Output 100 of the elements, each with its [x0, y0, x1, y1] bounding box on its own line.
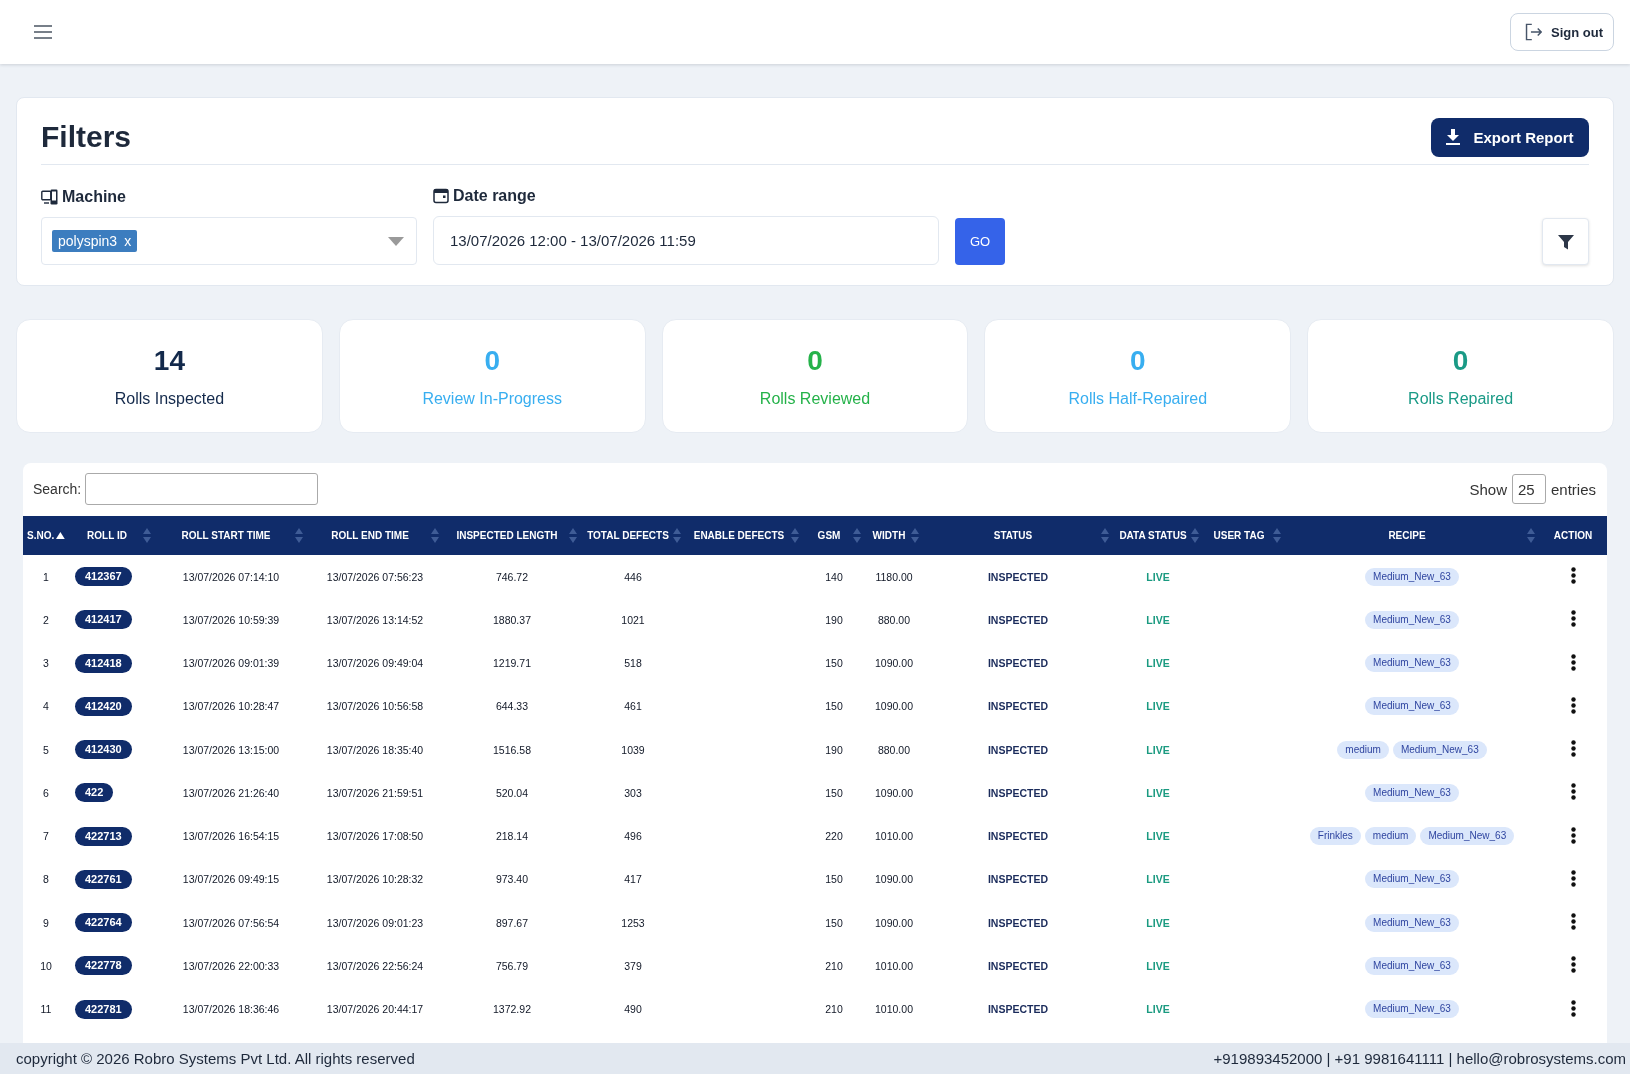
row-actions-button[interactable]	[1570, 567, 1576, 585]
calendar-icon	[433, 188, 449, 204]
table-cell-text: 13/07/2026 09:49:04	[325, 656, 425, 672]
column-header[interactable]: S.NO.	[23, 516, 69, 555]
data-status-cell-text: LIVE	[1145, 915, 1171, 931]
data-status-cell-text: LIVE	[1145, 742, 1171, 758]
row-actions-button[interactable]	[1570, 740, 1576, 758]
roll-id-tag[interactable]: 422781	[75, 999, 132, 1019]
roll-id-tag[interactable]: 412367	[75, 567, 132, 587]
data-status-cell-text: LIVE	[1145, 656, 1171, 672]
table-cell: 13/07/2026 07:56:23	[307, 555, 443, 599]
stat-value: 0	[807, 345, 823, 377]
copyright-text: copyright © 2026 Robro Systems Pvt Ltd. All rights reserved	[16, 1050, 415, 1067]
table-cell-text: 13/07/2026 20:44:17	[325, 1002, 425, 1018]
kebab-menu-icon	[1570, 826, 1576, 844]
table-cell-text: 13/07/2026 13:15:00	[181, 742, 281, 758]
column-header[interactable]: ROLL END TIME	[307, 516, 443, 555]
roll-id-tag[interactable]: 422764	[75, 913, 132, 933]
stat-label: Rolls Repaired	[1408, 389, 1514, 409]
sign-out-icon	[1525, 22, 1542, 42]
table-cell-text: 6	[42, 785, 50, 801]
table-cell-text: 4	[42, 699, 50, 715]
column-header[interactable]: STATUS	[923, 516, 1113, 555]
status-cell-text: INSPECTED	[986, 915, 1050, 931]
search-field[interactable]	[85, 473, 319, 505]
table-cell-text: 7	[42, 829, 50, 845]
table-cell: 1	[23, 555, 69, 599]
kebab-menu-icon	[1570, 653, 1576, 671]
table-cell-text: 150	[824, 656, 844, 672]
entries-label: entries	[1550, 480, 1596, 498]
recipe-tag: Medium_New_63	[1365, 956, 1459, 975]
table-cell-text: 973.40	[494, 872, 530, 888]
date-range-field[interactable]: 13/07/2026 12:00 - 13/07/2026 11:59	[433, 216, 939, 265]
row-actions-button[interactable]	[1570, 783, 1576, 801]
roll-id-tag[interactable]: 422761	[75, 869, 132, 889]
remove-tag-button[interactable]: x	[124, 233, 132, 249]
table-cell-text: 461	[623, 699, 643, 715]
row-actions-button[interactable]	[1570, 913, 1576, 931]
row-actions-button[interactable]	[1570, 826, 1576, 844]
roll-id-tag[interactable]: 412417	[75, 610, 132, 630]
status-cell: INSPECTED	[923, 555, 1113, 599]
column-header[interactable]: ROLL ID	[69, 516, 155, 555]
table-cell-text: 13/07/2026 09:49:15	[181, 872, 281, 888]
column-header[interactable]: RECIPE	[1285, 516, 1539, 555]
status-cell-text: INSPECTED	[986, 872, 1050, 888]
column-header[interactable]: USER TAG	[1203, 516, 1285, 555]
status-cell-text: INSPECTED	[986, 656, 1050, 672]
column-header[interactable]: DATA STATUS	[1113, 516, 1203, 555]
table-cell-text: 13/07/2026 18:36:46	[181, 1002, 281, 1018]
status-cell-text: INSPECTED	[986, 742, 1050, 758]
table-cell-text: 220	[824, 829, 844, 845]
roll-id-tag[interactable]: 412420	[75, 696, 132, 716]
row-actions-button[interactable]	[1570, 696, 1576, 714]
roll-id-tag[interactable]: 422	[75, 783, 114, 803]
column-header[interactable]: GSM	[803, 516, 865, 555]
roll-id-tag[interactable]: 422778	[75, 956, 132, 976]
table-cell-text: 8	[42, 872, 50, 888]
row-actions-button[interactable]	[1570, 869, 1576, 887]
table-cell-text: 1253	[620, 915, 646, 931]
roll-id-tag[interactable]: 412418	[75, 653, 132, 673]
status-cell-text: INSPECTED	[986, 612, 1050, 628]
recipe-tag: Medium_New_63	[1365, 783, 1459, 802]
column-header[interactable]: INSPECTED LENGTH	[443, 516, 581, 555]
data-status-cell-text: LIVE	[1145, 958, 1171, 974]
table-cell-text: 5	[42, 742, 50, 758]
table-cell-text: 150	[824, 699, 844, 715]
column-header[interactable]: WIDTH	[865, 516, 923, 555]
table-cell-text: 150	[824, 785, 844, 801]
recipe-tag: Medium_New_63	[1365, 567, 1459, 586]
recipe-tag: Medium_New_63	[1365, 697, 1459, 716]
table-cell-text: 1090.00	[874, 915, 914, 931]
status-cell-text: INSPECTED	[986, 785, 1050, 801]
column-header[interactable]: ROLL START TIME	[155, 516, 307, 555]
kebab-menu-icon	[1570, 956, 1576, 974]
status-cell-text: INSPECTED	[986, 1002, 1050, 1018]
column-header[interactable]: ENABLE DEFECTS	[685, 516, 803, 555]
roll-id-tag[interactable]: 412430	[75, 740, 132, 760]
page-size-select[interactable]: 25	[1511, 474, 1546, 504]
table-cell-text: 218.14	[494, 829, 530, 845]
table-cell-text: 13/07/2026 10:28:32	[325, 872, 425, 888]
row-actions-button[interactable]	[1570, 956, 1576, 974]
export-report-button[interactable]: Export Report	[1431, 117, 1589, 157]
table-cell: 140	[803, 555, 865, 599]
row-actions-button[interactable]	[1570, 653, 1576, 671]
table-cell-text: 3	[42, 656, 50, 672]
roll-id-tag[interactable]: 422713	[75, 826, 132, 846]
row-actions-button[interactable]	[1570, 999, 1576, 1017]
sign-out-button[interactable]: Sign out	[1510, 13, 1614, 51]
go-button[interactable]: GO	[955, 218, 1005, 265]
machine-select[interactable]: polyspin3 x	[41, 217, 417, 265]
filters-title: Filters	[41, 119, 132, 155]
data-status-cell-text: LIVE	[1145, 612, 1171, 628]
filter-icon	[1557, 233, 1574, 250]
filter-button[interactable]	[1542, 218, 1589, 265]
table-cell-text: 13/07/2026 22:00:33	[181, 958, 281, 974]
table-cell-text: 13/07/2026 10:28:47	[181, 699, 281, 715]
table-cell-text: 880.00	[876, 742, 912, 758]
row-actions-button[interactable]	[1570, 610, 1576, 628]
stat-label: Rolls Inspected	[114, 389, 225, 409]
column-header[interactable]: TOTAL DEFECTS	[581, 516, 685, 555]
